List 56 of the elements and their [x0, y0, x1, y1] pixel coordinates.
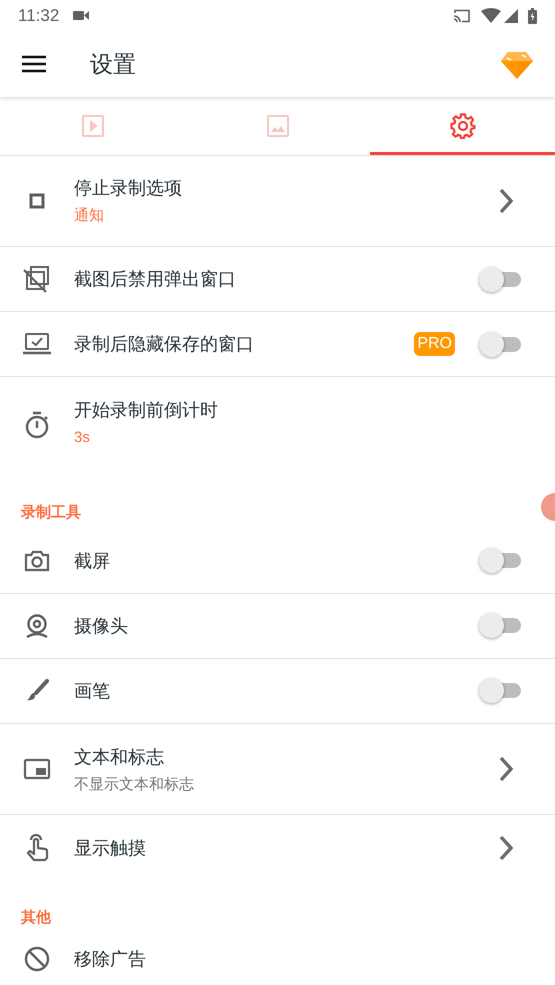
pro-badge: PRO — [414, 332, 455, 356]
stopwatch-icon — [24, 411, 50, 440]
settings-row[interactable]: 停止录制选项 通知 — [0, 156, 555, 248]
toggle-switch[interactable] — [479, 612, 521, 639]
setting-title: 截屏 — [74, 550, 110, 573]
floating-bubble[interactable] — [541, 493, 555, 521]
signal-icon — [504, 8, 518, 23]
setting-title: 文本和标志 — [74, 746, 164, 769]
section-header: 录制工具 — [20, 503, 81, 524]
webcam-icon — [24, 612, 50, 639]
chevron-right-icon — [499, 834, 513, 861]
settings-row[interactable]: 显示触摸 — [0, 815, 555, 880]
toggle-switch[interactable] — [479, 548, 521, 574]
settings-icon — [450, 112, 476, 139]
chevron-right-icon — [499, 756, 513, 782]
picture-in-picture-icon — [23, 757, 51, 782]
clock: 11:32 — [18, 5, 60, 27]
settings-row[interactable]: 画笔 — [0, 658, 555, 724]
toggle-switch[interactable] — [479, 678, 521, 704]
settings-row[interactable]: 截屏 — [0, 528, 555, 594]
setting-value: 不显示文本和标志 — [74, 774, 194, 795]
camera-icon — [24, 548, 50, 573]
settings-row[interactable]: 文本和标志 不显示文本和标志 — [0, 724, 555, 816]
wifi-icon — [481, 8, 501, 24]
settings-row[interactable]: 开始录制前倒计时 3s — [0, 377, 555, 468]
settings-row[interactable]: 录制后隐藏保存的窗口 PRO — [0, 312, 555, 378]
no-ads-icon — [24, 946, 50, 972]
setting-title: 移除广告 — [74, 948, 146, 971]
setting-value: 3s — [74, 428, 90, 448]
settings-row[interactable]: 移除广告 — [0, 933, 555, 985]
page-title: 设置 — [90, 50, 136, 79]
settings-row[interactable]: 截图后禁用弹出窗口 — [0, 247, 555, 312]
square-icon — [29, 192, 45, 209]
video-camera-icon — [73, 10, 90, 22]
brush-icon — [25, 678, 49, 703]
laptop-check-icon — [23, 332, 51, 356]
chevron-right-icon — [499, 188, 513, 214]
pictures-crossed-icon — [23, 265, 51, 294]
battery-icon — [528, 8, 537, 24]
section-header: 其他 — [20, 908, 51, 928]
setting-title: 录制后隐藏保存的窗口 — [74, 333, 254, 356]
video-icon — [80, 114, 104, 138]
setting-title: 显示触摸 — [74, 836, 146, 860]
cast-icon — [453, 8, 471, 23]
setting-value: 通知 — [74, 206, 104, 226]
settings-row[interactable]: 摄像头 — [0, 594, 555, 659]
image-icon — [266, 114, 290, 138]
setting-title: 停止录制选项 — [74, 177, 182, 200]
setting-title: 摄像头 — [74, 614, 128, 638]
toggle-switch[interactable] — [479, 331, 521, 358]
toggle-switch[interactable] — [479, 266, 521, 292]
setting-title: 截图后禁用弹出窗口 — [74, 268, 236, 292]
touch-hand-icon — [25, 834, 49, 862]
menu-icon[interactable] — [22, 55, 46, 74]
setting-title: 开始录制前倒计时 — [74, 399, 218, 422]
setting-title: 画笔 — [74, 680, 110, 703]
